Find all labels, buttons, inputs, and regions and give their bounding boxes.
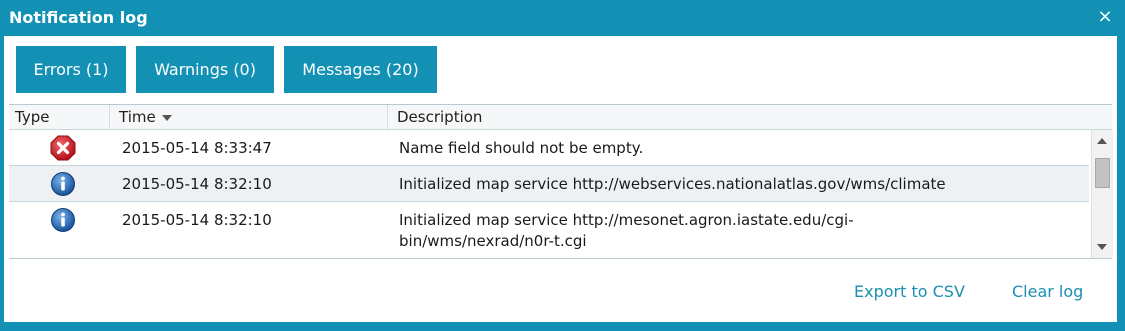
error-x-icon <box>50 135 76 161</box>
tab-warnings[interactable]: Warnings (0) <box>136 46 274 93</box>
table-row[interactable]: 2015-05-14 8:32:10 Initialized map servi… <box>9 166 1089 202</box>
export-csv-link[interactable]: Export to CSV <box>854 282 965 302</box>
time-cell: 2015-05-14 8:32:10 <box>122 211 272 229</box>
dialog-title: Notification log <box>9 8 148 27</box>
tab-errors[interactable]: Errors (1) <box>16 46 126 93</box>
column-header-time[interactable]: Time <box>109 105 387 129</box>
column-header-description-label: Description <box>397 108 483 126</box>
scroll-down-arrow-icon[interactable] <box>1097 244 1107 250</box>
info-icon <box>50 171 76 197</box>
column-header-description[interactable]: Description <box>387 105 1112 129</box>
column-header-type[interactable]: Type <box>9 105 109 129</box>
title-bar: Notification log × <box>0 0 1125 36</box>
clear-log-link[interactable]: Clear log <box>1012 282 1083 302</box>
tab-messages[interactable]: Messages (20) <box>284 46 437 93</box>
table-body: 2015-05-14 8:33:47 Name field should not… <box>9 130 1089 258</box>
scrollbar-thumb[interactable] <box>1095 158 1110 188</box>
description-cell: Initialized map service http://webservic… <box>399 175 946 193</box>
time-cell: 2015-05-14 8:32:10 <box>122 175 272 193</box>
description-line-1: Initialized map service http://mesonet.a… <box>399 211 854 229</box>
notification-log-dialog: Notification log × Errors (1) Warnings (… <box>0 0 1125 331</box>
column-header-time-label: Time <box>119 108 156 126</box>
sort-desc-icon <box>161 114 172 121</box>
description-cell: Name field should not be empty. <box>399 139 644 157</box>
table-row[interactable]: 2015-05-14 8:33:47 Name field should not… <box>9 130 1089 166</box>
close-icon[interactable]: × <box>1097 8 1113 26</box>
time-cell: 2015-05-14 8:33:47 <box>122 139 272 157</box>
dialog-body: Errors (1) Warnings (0) Messages (20) Ty… <box>4 36 1117 322</box>
table-header: Type Time Description <box>9 105 1112 130</box>
description-line-2: bin/wms/nexrad/n0r-t.cgi <box>399 232 587 250</box>
column-header-type-label: Type <box>15 108 50 126</box>
scroll-up-arrow-icon[interactable] <box>1097 138 1107 144</box>
vertical-scrollbar[interactable] <box>1091 130 1113 258</box>
table-row[interactable]: 2015-05-14 8:32:10 Initialized map servi… <box>9 202 1089 258</box>
log-table: Type Time Description 2015-05-14 8:33:47… <box>9 104 1113 259</box>
info-icon <box>50 207 76 233</box>
